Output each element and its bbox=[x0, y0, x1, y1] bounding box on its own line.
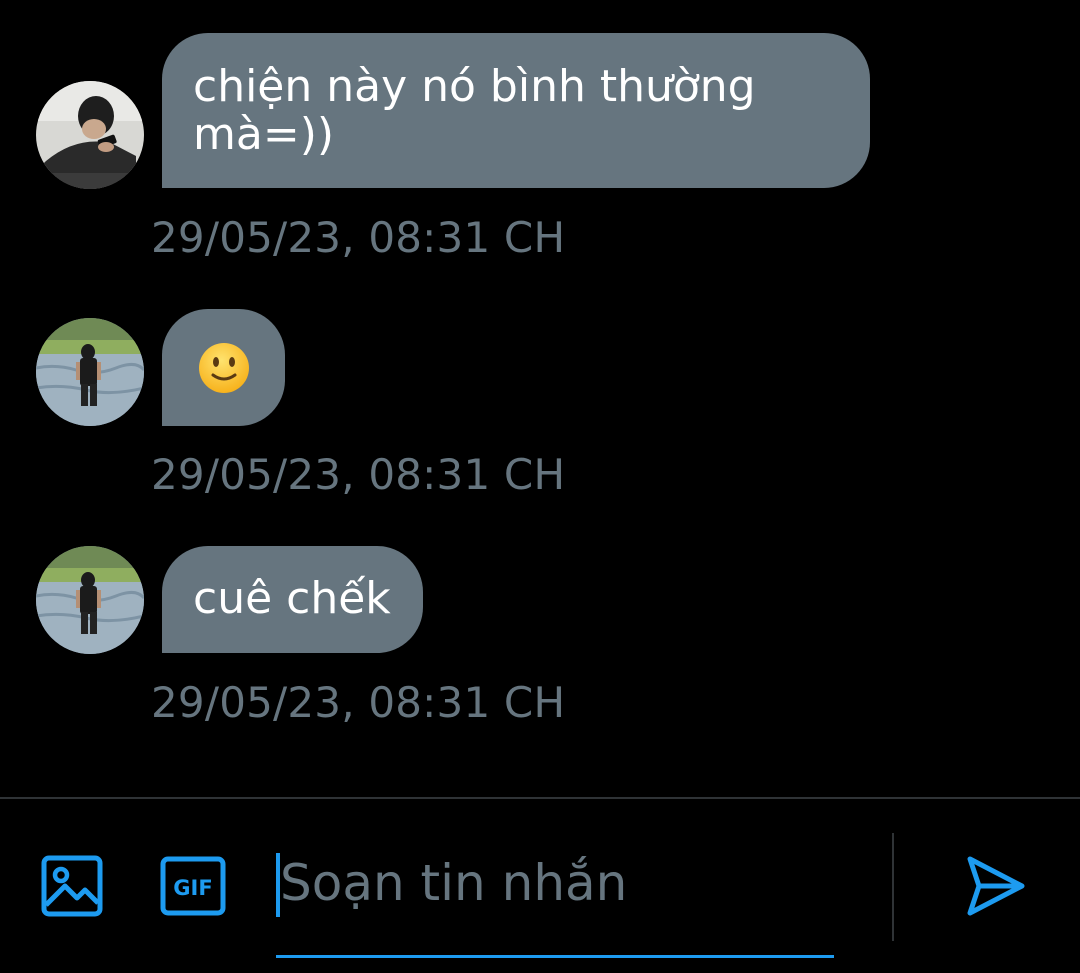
avatar-photo-person-in-water bbox=[36, 318, 144, 426]
message-timestamp: 29/05/23, 08:31 CH bbox=[151, 213, 566, 262]
message-bubble[interactable]: cuê chếk bbox=[162, 546, 423, 653]
composer-divider bbox=[892, 833, 894, 941]
message-text: cuê chếk bbox=[193, 573, 391, 624]
message-timestamp: 29/05/23, 08:31 CH bbox=[151, 450, 566, 499]
dm-conversation-screen: chiện này nó bình thường mà=)) 29/05/23,… bbox=[0, 0, 1080, 973]
message-input[interactable] bbox=[276, 847, 836, 919]
message-bubble[interactable]: 🙂 bbox=[162, 309, 285, 426]
compose-field[interactable] bbox=[276, 847, 836, 959]
slightly-smiling-face-icon bbox=[198, 342, 249, 393]
avatar-photo-person-lying bbox=[36, 81, 144, 189]
input-focus-underline bbox=[276, 955, 834, 958]
gif-label: GIF bbox=[173, 876, 212, 900]
add-gif-button[interactable]: GIF bbox=[160, 856, 226, 920]
message-timestamp: 29/05/23, 08:31 CH bbox=[151, 678, 566, 727]
send-button[interactable] bbox=[966, 855, 1026, 921]
message-text: chiện này nó bình thường mà=)) bbox=[193, 61, 756, 160]
add-image-button[interactable] bbox=[41, 855, 103, 921]
image-icon bbox=[41, 855, 103, 917]
avatar-photo-person-in-water bbox=[36, 546, 144, 654]
send-icon bbox=[967, 856, 1025, 916]
message-bubble[interactable]: chiện này nó bình thường mà=)) bbox=[162, 33, 870, 188]
sender-avatar[interactable] bbox=[36, 318, 144, 426]
message-composer: GIF bbox=[0, 797, 1080, 973]
sender-avatar[interactable] bbox=[36, 546, 144, 654]
gif-icon: GIF bbox=[160, 856, 226, 916]
sender-avatar[interactable] bbox=[36, 81, 144, 189]
text-caret bbox=[276, 853, 280, 917]
